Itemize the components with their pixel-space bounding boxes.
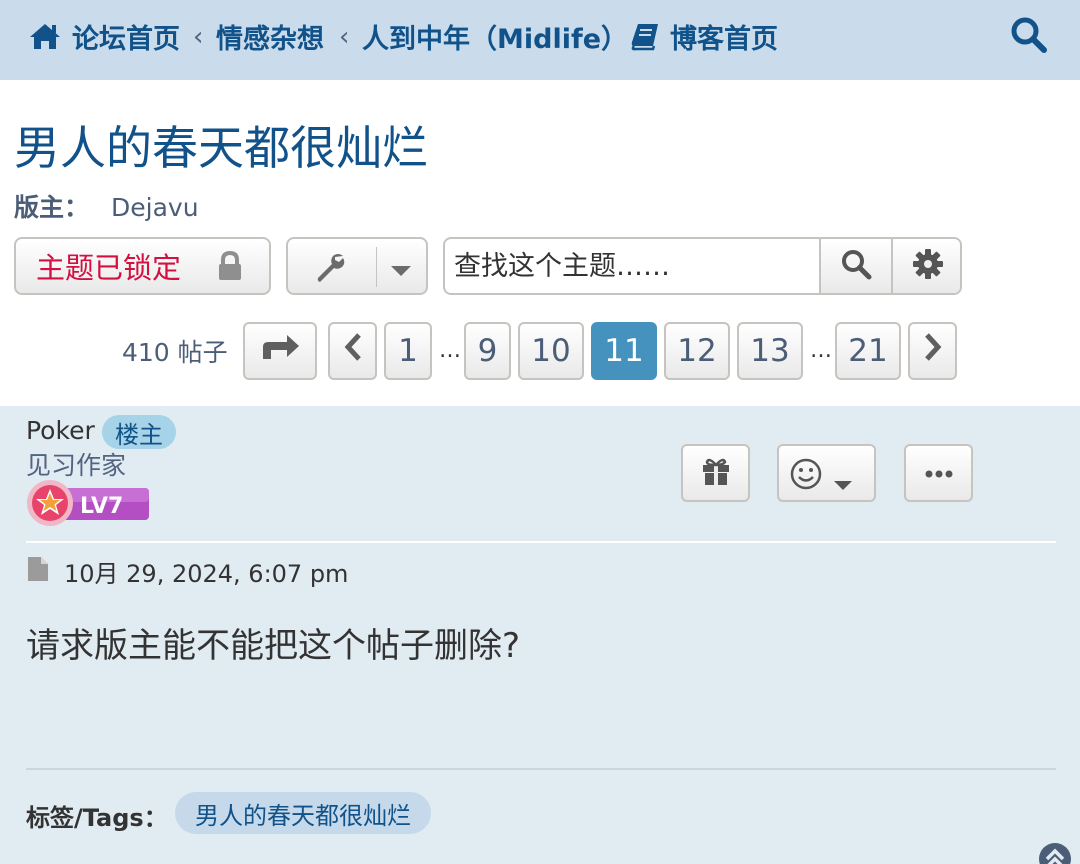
post-count: 410 帖子: [122, 338, 228, 367]
page-button[interactable]: 1: [384, 322, 432, 380]
current-page[interactable]: 11: [591, 322, 657, 380]
blog-home-label: 博客首页: [670, 23, 778, 55]
caret-down-icon: [833, 476, 853, 495]
tag-item[interactable]: 男人的春天都很灿烂: [175, 792, 431, 834]
topic-title[interactable]: 男人的春天都很灿烂: [14, 112, 428, 178]
breadcrumb-subforum[interactable]: 人到中年（Midlife）: [362, 14, 628, 58]
search-icon[interactable]: [1010, 16, 1048, 58]
smiley-icon: [789, 457, 823, 495]
document-icon: [27, 556, 49, 586]
moderator-label: 版主：: [14, 193, 90, 222]
chevron-right-icon: [923, 332, 943, 370]
pagination-ellipsis: …: [810, 338, 832, 363]
breadcrumb-home-label: 论坛首页: [72, 23, 180, 55]
breadcrumb-forum[interactable]: 情感杂想: [216, 14, 324, 58]
tags-label: 标签/Tags：: [26, 804, 168, 832]
caret-down-icon: [390, 262, 412, 281]
home-icon: [28, 22, 62, 50]
breadcrumb-separator: ‹: [339, 22, 350, 52]
book-icon: [630, 21, 660, 51]
lock-icon: [217, 250, 243, 288]
wrench-icon: [314, 251, 348, 289]
navbar: 论坛首页 ‹ 情感杂想 ‹ 人到中年（Midlife） 博客首页: [0, 0, 1080, 80]
page-button[interactable]: 10: [518, 322, 584, 380]
search-button[interactable]: [819, 239, 891, 293]
reply-arrow-icon: [259, 333, 301, 369]
ellipsis-icon: [924, 464, 954, 483]
search-input[interactable]: [445, 239, 819, 293]
post-date[interactable]: 10月 29, 2024, 6:07 pm: [64, 554, 348, 589]
previous-page-button[interactable]: [328, 322, 377, 380]
search-icon: [840, 248, 872, 284]
gift-button[interactable]: [681, 444, 750, 502]
more-actions-button[interactable]: [904, 444, 973, 502]
breadcrumb-home[interactable]: 论坛首页: [28, 14, 180, 58]
topic-search: [443, 237, 962, 295]
post: Poker 楼主 见习作家 LV7 10月 29, 2024, 6:07 pm …: [0, 406, 1080, 864]
topic-locked-button[interactable]: 主题已锁定: [14, 237, 271, 295]
gear-icon: [912, 248, 944, 284]
post-content: 请求版主能不能把这个帖子删除?: [26, 626, 521, 666]
page-button[interactable]: 12: [664, 322, 730, 380]
advanced-search-button[interactable]: [891, 239, 960, 293]
divider: [376, 247, 377, 287]
op-badge: 楼主: [102, 415, 176, 449]
jump-to-page-button[interactable]: [243, 322, 317, 380]
divider: [26, 768, 1056, 770]
level-badge: LV7: [26, 478, 150, 532]
breadcrumb-separator: ‹: [193, 22, 204, 52]
next-page-button[interactable]: [908, 322, 957, 380]
moderator-line: 版主： Dejavu: [14, 188, 199, 224]
reaction-button[interactable]: [777, 444, 876, 502]
page-button[interactable]: 21: [835, 322, 901, 380]
topic-tools-button[interactable]: [286, 237, 428, 295]
gift-icon: [700, 456, 732, 490]
post-author[interactable]: Poker: [26, 416, 95, 445]
chevron-left-icon: [343, 332, 363, 370]
moderator-name[interactable]: Dejavu: [111, 193, 199, 222]
blog-home-link[interactable]: 博客首页: [630, 14, 778, 58]
scroll-top-icon[interactable]: [1038, 842, 1072, 864]
pagination-ellipsis: …: [439, 338, 461, 363]
topic-locked-label: 主题已锁定: [36, 251, 182, 285]
divider: [26, 541, 1056, 543]
level-text: LV7: [80, 494, 123, 519]
page-button[interactable]: 13: [737, 322, 803, 380]
author-rank: 见习作家: [26, 451, 127, 480]
page-button[interactable]: 9: [464, 322, 511, 380]
